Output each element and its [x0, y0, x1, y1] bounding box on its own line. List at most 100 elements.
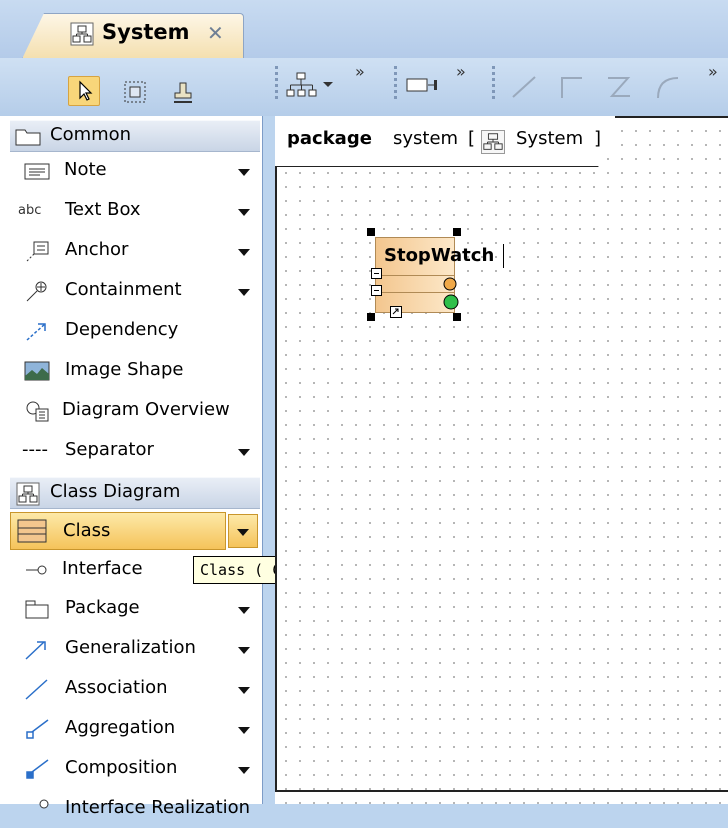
- palette-item-containment[interactable]: Containment: [10, 272, 260, 310]
- resize-handle[interactable]: [367, 313, 375, 321]
- layout-icon[interactable]: [284, 70, 318, 100]
- image-shape-icon: [24, 361, 50, 381]
- chevron-down-icon[interactable]: [238, 687, 250, 694]
- item-label: Diagram Overview: [62, 399, 230, 420]
- palette-item-separator[interactable]: ---- Separator: [10, 432, 260, 470]
- chevron-down-icon: [237, 529, 249, 536]
- group-label: Class Diagram: [50, 481, 181, 502]
- palette-item-class[interactable]: Class: [10, 512, 226, 550]
- palette-item-package[interactable]: Package: [10, 590, 260, 628]
- toolbar-overflow[interactable]: »: [355, 62, 365, 81]
- text-box-icon: abc: [18, 203, 42, 218]
- collapse-icon[interactable]: [371, 268, 382, 279]
- pointer-tool-button[interactable]: [68, 76, 100, 106]
- smart-manipulator-icon[interactable]: [390, 306, 402, 318]
- shape-tool-icon[interactable]: [404, 72, 440, 98]
- oblique-path-icon[interactable]: [508, 72, 540, 102]
- chevron-down-icon[interactable]: [238, 249, 250, 256]
- palette-item-association[interactable]: Association: [10, 670, 260, 708]
- class-diagram-icon: [16, 482, 40, 506]
- class-name-editor[interactable]: StopWatch: [384, 245, 494, 266]
- toolbar-grip[interactable]: [394, 66, 397, 102]
- operations-compartment: [376, 292, 454, 293]
- class-diagram-icon: [70, 22, 94, 46]
- item-label: Note: [64, 159, 107, 180]
- rectilinear-path-icon[interactable]: [556, 72, 588, 102]
- palette-item-interface-realization[interactable]: Interface Realization: [10, 790, 260, 828]
- item-label: Class: [63, 520, 111, 541]
- item-label: Package: [65, 597, 140, 618]
- frame-keyword: package: [287, 128, 372, 149]
- tab-label: System: [102, 20, 190, 44]
- palette-item-note[interactable]: Note: [10, 152, 260, 190]
- marquee-select-icon[interactable]: [123, 80, 147, 104]
- dependency-icon: [26, 323, 46, 341]
- provided-port-icon[interactable]: [443, 277, 457, 291]
- chevron-down-icon[interactable]: [322, 80, 334, 90]
- palette-item-aggregation[interactable]: Aggregation: [10, 710, 260, 748]
- generalization-icon: [25, 641, 46, 660]
- chevron-down-icon[interactable]: [238, 169, 250, 176]
- group-common[interactable]: Common: [10, 120, 260, 152]
- palette-item-composition[interactable]: Composition: [10, 750, 260, 788]
- anchor-icon: [26, 241, 49, 262]
- toolbar-overflow[interactable]: »: [456, 62, 466, 81]
- chevron-down-icon[interactable]: [238, 647, 250, 654]
- diagram-overview-icon: [26, 401, 49, 422]
- diagram-frame: [275, 116, 728, 792]
- aggregation-icon: [26, 719, 49, 739]
- item-label: Association: [65, 677, 168, 698]
- group-class-diagram[interactable]: Class Diagram: [10, 477, 260, 509]
- bezier-path-icon[interactable]: [604, 72, 636, 102]
- stamp-icon[interactable]: [170, 80, 196, 106]
- chevron-down-icon[interactable]: [238, 607, 250, 614]
- item-label: Image Shape: [65, 359, 184, 380]
- frame-bracket-open: [: [468, 128, 476, 149]
- diagram-ref-name: System: [516, 128, 584, 149]
- collapse-icon[interactable]: [371, 285, 382, 296]
- class-icon: [17, 519, 47, 543]
- resize-handle[interactable]: [453, 228, 461, 236]
- required-port-icon[interactable]: [443, 294, 459, 310]
- chevron-down-icon[interactable]: [238, 767, 250, 774]
- item-label: Text Box: [65, 199, 141, 220]
- frame-bracket-close: ]: [594, 128, 602, 149]
- folder-icon: [15, 129, 41, 146]
- palette-item-dependency[interactable]: Dependency: [10, 312, 260, 350]
- toolbar-grip[interactable]: [275, 66, 278, 102]
- item-label: Anchor: [65, 239, 129, 260]
- resize-handle[interactable]: [367, 228, 375, 236]
- package-icon: [25, 600, 49, 619]
- resize-handle[interactable]: [453, 313, 461, 321]
- palette-item-text-box[interactable]: abc Text Box: [10, 192, 260, 230]
- palette-item-image-shape[interactable]: Image Shape: [10, 352, 260, 390]
- toolbar-overflow[interactable]: »: [708, 62, 718, 81]
- interface-icon: [26, 565, 47, 575]
- separator-icon: ----: [22, 439, 48, 460]
- item-label: Aggregation: [65, 717, 176, 738]
- close-icon[interactable]: ✕: [207, 21, 224, 45]
- pointer-icon: [79, 80, 93, 101]
- chevron-down-icon[interactable]: [238, 289, 250, 296]
- group-label: Common: [50, 124, 132, 145]
- item-label: Separator: [65, 439, 154, 460]
- class-diagram-icon: [481, 130, 505, 154]
- palette-item-anchor[interactable]: Anchor: [10, 232, 260, 270]
- item-label: Generalization: [65, 637, 196, 658]
- frame-name: system: [393, 128, 459, 149]
- chevron-down-icon[interactable]: [238, 209, 250, 216]
- chevron-down-icon[interactable]: [238, 449, 250, 456]
- palette-item-generalization[interactable]: Generalization: [10, 630, 260, 668]
- palette-item-diagram-overview[interactable]: Diagram Overview: [10, 392, 260, 430]
- item-label: Containment: [65, 279, 182, 300]
- toolbar-grip[interactable]: [492, 66, 495, 102]
- association-icon: [25, 679, 48, 700]
- item-label: Composition: [65, 757, 178, 778]
- item-label: Interface: [62, 558, 143, 579]
- curved-path-icon[interactable]: [652, 72, 684, 102]
- text-cursor: [503, 244, 504, 268]
- chevron-down-icon[interactable]: [238, 727, 250, 734]
- item-label: Dependency: [65, 319, 179, 340]
- containment-icon: [26, 281, 47, 302]
- class-dropdown-button[interactable]: [228, 514, 258, 548]
